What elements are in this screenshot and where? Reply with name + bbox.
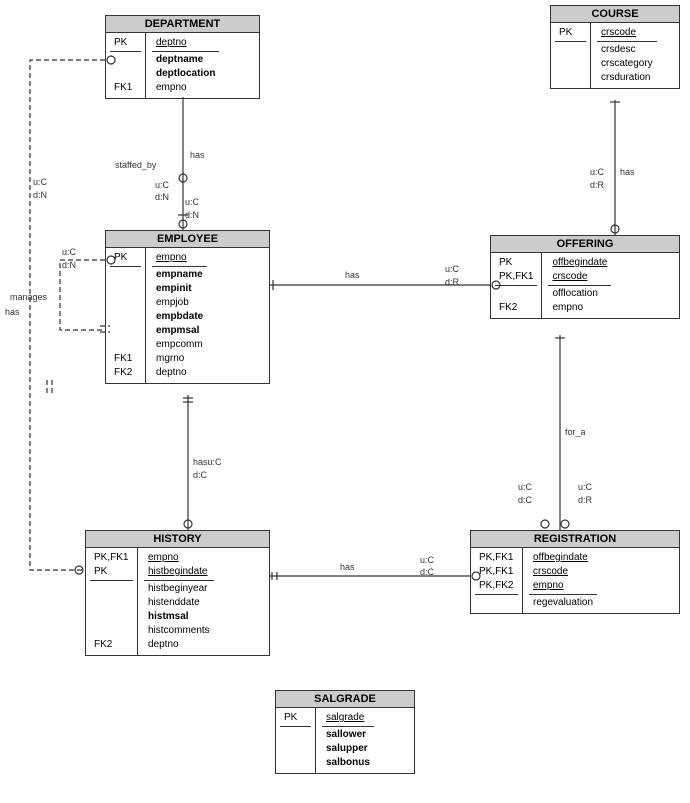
entity-history-header: HISTORY bbox=[86, 531, 269, 548]
entity-course: COURSE PK crscode crsdesc crscategory cr… bbox=[550, 5, 680, 89]
entity-offering: OFFERING PK PK,FK1 FK2 offbegindate crsc… bbox=[490, 235, 680, 319]
entity-employee: EMPLOYEE PK FK1 FK2 empno bbox=[105, 230, 270, 384]
label-dc-3: d:C bbox=[518, 495, 533, 505]
label-uc-7: u:C bbox=[590, 167, 605, 177]
entity-department: DEPARTMENT PK FK1 deptno deptname deptlo… bbox=[105, 15, 260, 99]
er-diagram: DEPARTMENT PK FK1 deptno deptname deptlo… bbox=[0, 0, 690, 803]
entity-offering-header: OFFERING bbox=[491, 236, 679, 253]
label-dc: d:C bbox=[193, 470, 208, 480]
label-uc-5: u:C bbox=[518, 482, 533, 492]
entity-department-header: DEPARTMENT bbox=[106, 16, 259, 33]
connector-svg: staffed_by has u:C d:N u:C d:N hasu:C d:… bbox=[0, 0, 690, 803]
entity-salgrade: SALGRADE PK salgrade sallower salupper s… bbox=[275, 690, 415, 774]
label-uc-8: u:C bbox=[33, 177, 48, 187]
entity-registration-header: REGISTRATION bbox=[471, 531, 679, 548]
label-dn-4: d:N bbox=[62, 260, 76, 270]
label-uc-3: u:C bbox=[445, 264, 460, 274]
label-has-emp-hist: hasu:C bbox=[193, 457, 222, 467]
entity-employee-header: EMPLOYEE bbox=[106, 231, 269, 248]
label-manages: manages bbox=[10, 292, 48, 302]
entity-salgrade-header: SALGRADE bbox=[276, 691, 414, 708]
label-uc-9: u:C bbox=[62, 247, 77, 257]
label-has-left: has bbox=[5, 307, 20, 317]
label-dr-2: d:R bbox=[578, 495, 593, 505]
label-dc-2: d:C bbox=[420, 567, 435, 577]
label-dn-2: d:N bbox=[185, 210, 199, 220]
entity-registration: REGISTRATION PK,FK1 PK,FK1 PK,FK2 offbeg… bbox=[470, 530, 680, 614]
label-uc-6: u:C bbox=[578, 482, 593, 492]
label-uc-2: u:C bbox=[185, 197, 200, 207]
label-uc-1: u:C bbox=[155, 180, 170, 190]
label-for-a: for_a bbox=[565, 427, 586, 437]
label-dn-1: d:N bbox=[155, 192, 169, 202]
label-has-dept-emp: has bbox=[190, 150, 205, 160]
label-has-course-off: has bbox=[620, 167, 635, 177]
label-dr: d:R bbox=[445, 277, 460, 287]
label-has-hist-reg: has bbox=[340, 562, 355, 572]
entity-history: HISTORY PK,FK1 PK FK2 empno bbox=[85, 530, 270, 656]
label-dr-3: d:R bbox=[590, 180, 605, 190]
entity-course-header: COURSE bbox=[551, 6, 679, 23]
label-staffed-by: staffed_by bbox=[115, 160, 157, 170]
label-dn-3: d:N bbox=[33, 190, 47, 200]
label-has-emp-off: has bbox=[345, 270, 360, 280]
label-uc-4: u:C bbox=[420, 555, 435, 565]
